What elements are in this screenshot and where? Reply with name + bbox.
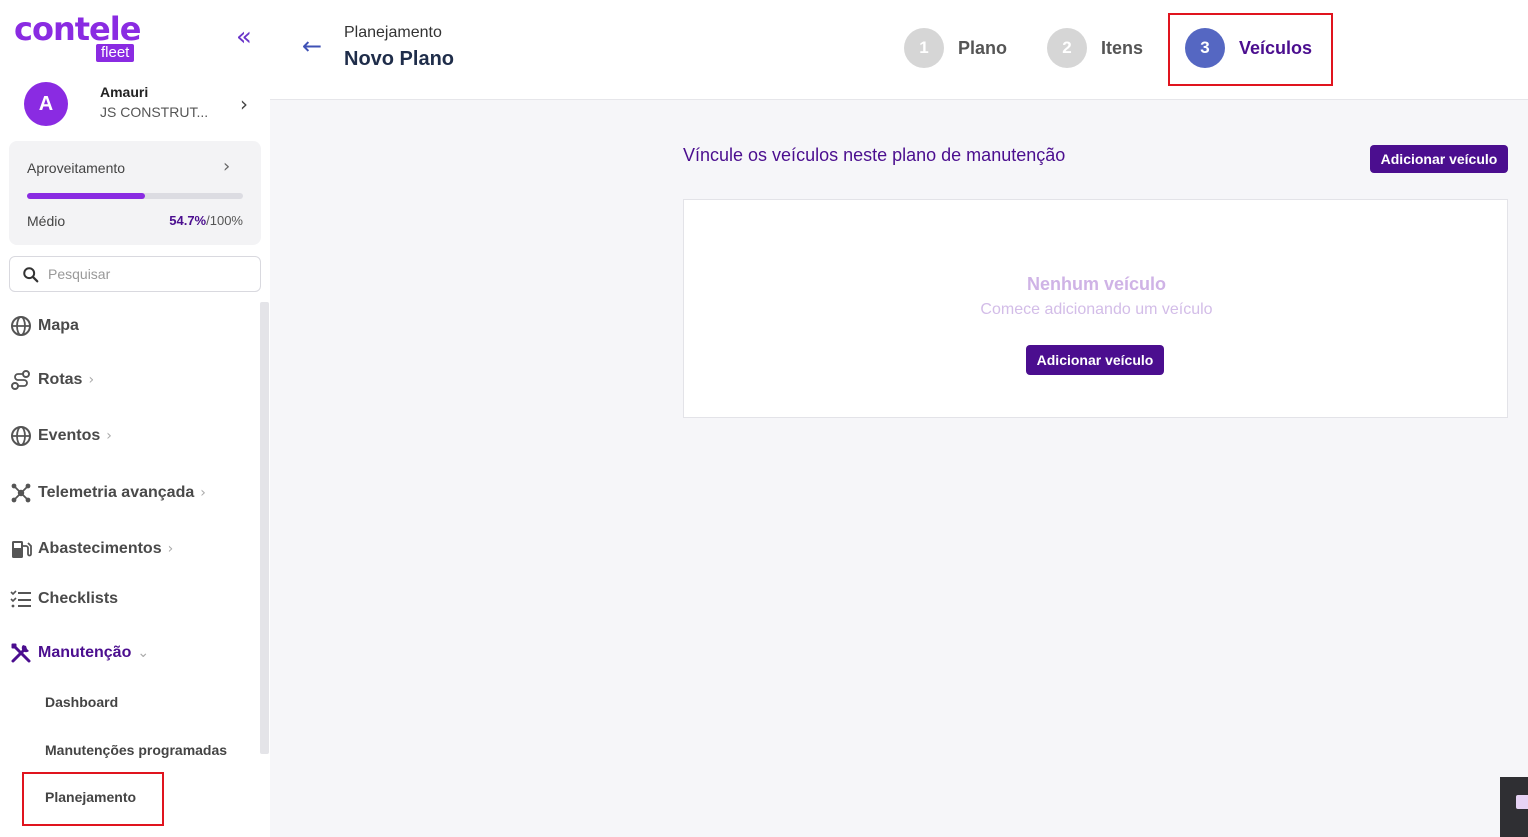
step-plano[interactable]: 1 Plano (904, 28, 1007, 68)
sidebar-scrollbar[interactable] (260, 302, 269, 754)
performance-max: /100% (206, 213, 243, 228)
page-title: Novo Plano (344, 48, 455, 70)
user-profile[interactable]: A Amauri JS CONSTRUT... › (24, 82, 264, 126)
sidebar-item-label: Rotas (38, 371, 83, 388)
sidebar-item-label: Checklists (38, 590, 119, 607)
sidebar-item-eventos[interactable]: Eventos › (10, 422, 112, 450)
user-company: JS CONSTRUT... (100, 104, 209, 120)
highlight-box (22, 772, 164, 826)
step-number: 1 (904, 28, 944, 68)
search-input[interactable] (48, 257, 248, 291)
globe-icon (11, 316, 31, 336)
sidebar-item-rotas[interactable]: Rotas › (10, 366, 94, 394)
search-icon (23, 267, 39, 283)
route-icon (11, 370, 30, 390)
performance-level: Médio (27, 213, 66, 229)
performance-title: Aproveitamento (27, 160, 126, 176)
add-vehicle-button[interactable]: Adicionar veículo (1370, 145, 1508, 173)
sidebar-item-label: Manutenção (38, 644, 132, 661)
sidebar-item-manutencao[interactable]: Manutenção ⌄ (10, 639, 149, 667)
checklist-icon (10, 590, 31, 608)
sidebar-item-label: Abastecimentos (38, 540, 162, 557)
logo-wordmark: contele (14, 10, 141, 48)
highlight-box (1168, 13, 1333, 86)
sidebar-item-checklists[interactable]: Checklists (10, 585, 118, 613)
search-box (9, 256, 261, 292)
chevron-right-icon: › (106, 428, 112, 444)
page-header: ← Planejamento Novo Plano 1 Plano 2 Iten… (270, 0, 1528, 100)
chevron-right-icon: › (88, 372, 95, 388)
floating-widget[interactable] (1500, 777, 1528, 837)
performance-score: 54.7% (169, 213, 207, 228)
brand-logo[interactable]: contele fleet (14, 12, 144, 64)
chevron-down-icon: ⌄ (137, 645, 150, 661)
chevron-right-icon: › (240, 92, 248, 116)
sidebar: contele fleet « A Amauri JS CONSTRUT... … (0, 0, 270, 837)
empty-state-card: Nenhum veículo Comece adicionando um veí… (683, 199, 1508, 418)
collapse-sidebar-icon[interactable]: « (236, 24, 260, 50)
add-vehicle-empty-button[interactable]: Adicionar veículo (1026, 345, 1164, 375)
section-title: Víncule os veículos neste plano de manut… (683, 145, 1066, 165)
performance-progress-fill (27, 193, 146, 199)
sidebar-subitem-dashboard[interactable]: Dashboard (45, 694, 118, 710)
empty-state-title: Nenhum veículo (1026, 274, 1167, 294)
logo-sub-badge: fleet (96, 44, 135, 62)
fuel-pump-icon (12, 541, 32, 558)
globe-icon (11, 426, 31, 446)
step-number: 2 (1047, 28, 1087, 68)
step-label: Plano (958, 37, 1008, 58)
user-name: Amauri (100, 84, 149, 100)
sidebar-item-mapa[interactable]: Mapa (10, 312, 79, 340)
sidebar-item-abastecimentos[interactable]: Abastecimentos › (10, 535, 173, 563)
widget-icon (1516, 795, 1528, 809)
sidebar-subitem-manutencoes-programadas[interactable]: Manutenções programadas (45, 742, 227, 758)
tools-icon (11, 643, 31, 663)
avatar: A (24, 82, 68, 126)
back-arrow-icon[interactable]: ← (302, 34, 326, 58)
step-itens[interactable]: 2 Itens (1047, 28, 1143, 68)
telemetry-icon (11, 483, 31, 503)
sidebar-item-label: Telemetria avançada (38, 484, 195, 501)
chevron-right-icon: › (223, 156, 231, 177)
sidebar-item-label: Eventos (38, 427, 101, 444)
performance-progress-bar (27, 193, 243, 199)
chevron-right-icon: › (167, 541, 174, 557)
performance-value: 54.7%/100% (169, 213, 243, 228)
empty-state-subtitle: Comece adicionando um veículo (980, 301, 1213, 318)
performance-card[interactable]: Aproveitamento › Médio 54.7%/100% (9, 141, 261, 245)
sidebar-item-label: Mapa (38, 317, 79, 334)
sidebar-item-telemetria[interactable]: Telemetria avançada › (10, 479, 206, 507)
chevron-right-icon: › (200, 485, 206, 501)
step-label: Itens (1101, 37, 1144, 58)
breadcrumb[interactable]: Planejamento (344, 24, 442, 42)
